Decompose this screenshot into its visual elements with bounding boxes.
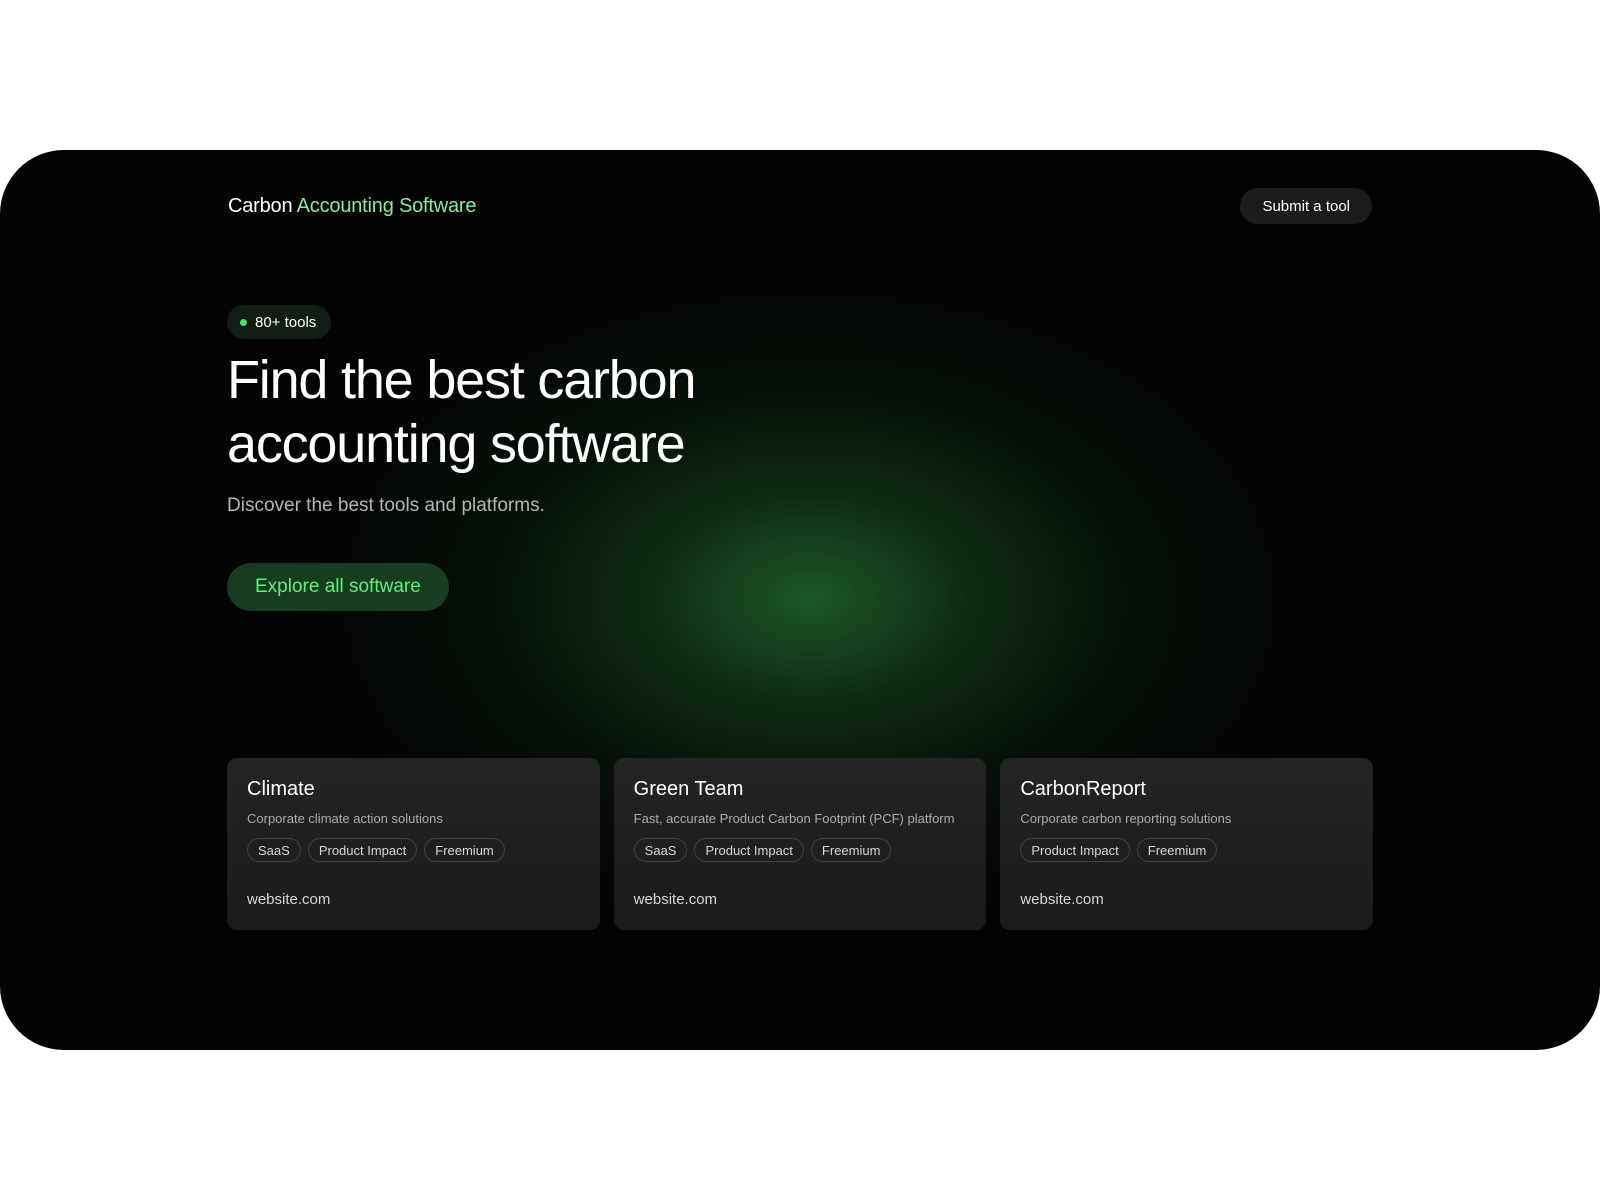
tag-chip[interactable]: Freemium (1136, 838, 1218, 862)
card-description: Fast, accurate Product Carbon Footprint … (633, 811, 955, 826)
card-tags: SaaS Product Impact Freemium (247, 838, 580, 862)
card-title: CarbonReport (1020, 778, 1146, 800)
tag-chip[interactable]: SaaS (247, 838, 301, 862)
card-website-link[interactable]: website.com (634, 891, 717, 908)
top-nav: Carbon Accounting Software Submit a tool (228, 188, 1372, 224)
status-dot-icon (240, 318, 247, 326)
tag-chip[interactable]: Product Impact (1020, 838, 1130, 862)
tool-card-green-team[interactable]: Green Team Fast, accurate Product Carbon… (613, 758, 987, 930)
submit-tool-button[interactable]: Submit a tool (1240, 188, 1372, 224)
tag-chip[interactable]: Product Impact (694, 838, 804, 862)
card-tags: Product Impact Freemium (1020, 838, 1353, 862)
card-title: Green Team (633, 778, 744, 800)
tag-chip[interactable]: Freemium (810, 838, 892, 862)
card-description: Corporate climate action solutions (247, 811, 443, 826)
tools-count-badge: 80+ tools (227, 305, 332, 339)
card-website-link[interactable]: website.com (247, 891, 330, 908)
tag-chip[interactable]: Product Impact (307, 838, 418, 862)
card-website-link[interactable]: website.com (1020, 891, 1103, 908)
tool-cards: Climate Corporate climate action solutio… (227, 758, 1374, 930)
site-logo[interactable]: Carbon Accounting Software (228, 194, 477, 218)
tag-chip[interactable]: SaaS (633, 838, 688, 862)
tag-chip[interactable]: Freemium (424, 838, 505, 862)
headline-line-1: Find the best carbon (227, 350, 697, 410)
hero-subhead: Discover the best tools and platforms. (227, 495, 545, 516)
card-title: Climate (247, 778, 315, 800)
hero-headline: Find the best carbon accounting software (227, 348, 867, 476)
card-tags: SaaS Product Impact Freemium (633, 838, 967, 862)
card-description: Corporate carbon reporting solutions (1020, 811, 1232, 826)
tool-card-carbonreport[interactable]: CarbonReport Corporate carbon reporting … (1000, 758, 1374, 930)
page-frame: Carbon Accounting Software Submit a tool… (0, 150, 1600, 1050)
headline-line-2: accounting software (227, 414, 686, 474)
logo-primary-text: Carbon (228, 194, 293, 217)
tools-count-label: 80+ tools (255, 313, 317, 331)
tool-card-climate[interactable]: Climate Corporate climate action solutio… (227, 758, 600, 930)
explore-all-software-button[interactable]: Explore all software (227, 563, 449, 611)
logo-accent-text: Accounting Software (296, 194, 477, 217)
